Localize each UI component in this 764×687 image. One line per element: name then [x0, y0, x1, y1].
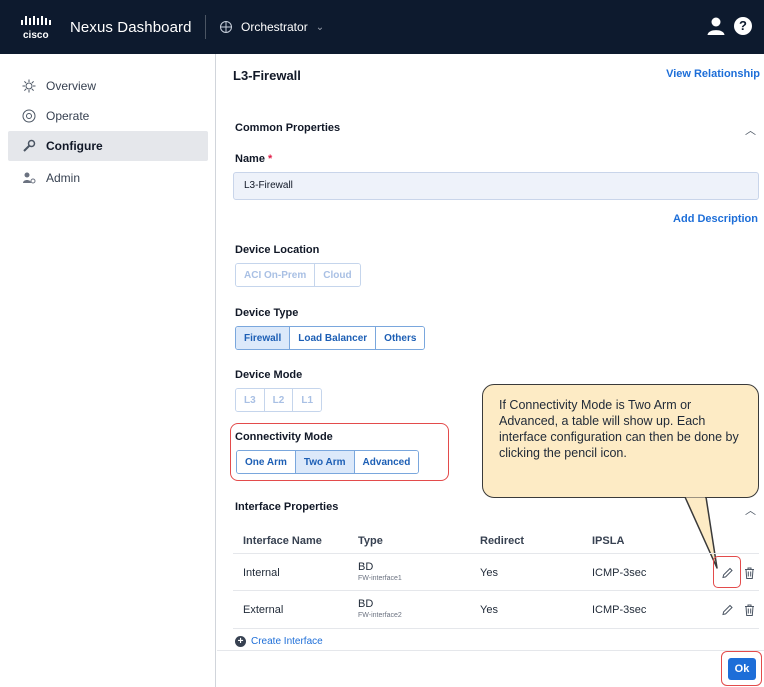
create-interface-link[interactable]: + Create Interface	[235, 636, 323, 647]
sidebar-item-admin[interactable]: Admin	[8, 163, 208, 193]
device-mode-l1: L1	[293, 389, 322, 411]
device-type-firewall[interactable]: Firewall	[236, 327, 291, 349]
connectivity-mode-one-arm[interactable]: One Arm	[237, 451, 296, 473]
device-type-label: Device Type	[235, 307, 299, 319]
orchestrator-icon	[220, 21, 232, 33]
redirect-cell: Yes	[480, 603, 498, 616]
column-type: Type	[358, 535, 383, 547]
sidebar-item-label: Configure	[46, 139, 103, 153]
column-ipsla: IPSLA	[592, 535, 625, 547]
type-cell: BD FW-interface2	[358, 598, 402, 622]
device-location-label: Device Location	[235, 244, 320, 256]
sidebar-item-configure[interactable]: Configure	[8, 131, 208, 161]
annotation-callout: If Connectivity Mode is Two Arm or Advan…	[482, 384, 759, 498]
edit-icon-highlight	[713, 556, 741, 588]
connectivity-mode-label: Connectivity Mode	[235, 431, 333, 443]
user-icon[interactable]	[706, 16, 726, 36]
interface-table-header: Interface Name Type Redirect IPSLA	[233, 529, 759, 554]
collapse-interface-properties-icon[interactable]: ︿	[745, 502, 756, 518]
connectivity-mode-two-arm[interactable]: Two Arm	[295, 451, 355, 473]
ok-button[interactable]: Ok	[728, 658, 756, 680]
device-mode-l3: L3	[236, 389, 265, 411]
name-input[interactable]: L3-Firewall	[233, 172, 759, 200]
column-redirect: Redirect	[480, 535, 525, 547]
footer-divider	[217, 650, 764, 651]
device-type-load-balancer[interactable]: Load Balancer	[290, 327, 377, 349]
name-label: Name *	[235, 153, 272, 165]
device-location-selector: ACI On-Prem Cloud	[235, 263, 361, 287]
sidebar: Overview Operate Configure Admin	[0, 54, 216, 687]
device-location-cloud: Cloud	[315, 264, 360, 286]
trash-icon[interactable]	[743, 566, 756, 579]
device-type-selector: Firewall Load Balancer Others	[235, 326, 426, 350]
connectivity-mode-selector: One Arm Two Arm Advanced	[236, 450, 420, 474]
interface-properties-title: Interface Properties	[235, 501, 339, 513]
type-value: BD	[358, 560, 374, 573]
sidebar-item-overview[interactable]: Overview	[8, 71, 208, 101]
admin-icon	[23, 172, 36, 184]
orchestrator-dropdown[interactable]: Orchestrator ⌄	[219, 16, 324, 38]
column-interface-name: Interface Name	[243, 535, 322, 547]
table-row: Internal BD FW-interface1 Yes ICMP-3sec	[233, 555, 759, 591]
logo-text: cisco	[23, 30, 49, 41]
device-mode-label: Device Mode	[235, 369, 303, 381]
wrench-icon	[23, 139, 36, 152]
chevron-down-icon: ⌄	[315, 21, 325, 33]
sidebar-item-operate[interactable]: Operate	[8, 101, 208, 131]
ipsla-cell: ICMP-3sec	[592, 566, 647, 579]
operate-icon	[22, 109, 36, 123]
type-subvalue: FW-interface2	[358, 611, 402, 619]
sidebar-item-label: Operate	[46, 109, 90, 123]
sidebar-item-label: Admin	[46, 171, 81, 185]
type-value: BD	[358, 597, 374, 610]
trash-icon[interactable]	[743, 603, 756, 616]
collapse-common-properties-icon[interactable]: ︿	[745, 122, 756, 138]
orchestrator-label: Orchestrator	[241, 20, 308, 34]
redirect-cell: Yes	[480, 566, 498, 579]
sidebar-item-label: Overview	[46, 79, 97, 93]
add-description-link[interactable]: Add Description	[673, 213, 758, 225]
device-mode-selector: L3 L2 L1	[235, 388, 323, 412]
device-mode-l2: L2	[264, 389, 294, 411]
top-bar: cisco Nexus Dashboard Orchestrator ⌄ ?	[0, 0, 764, 54]
interface-name-cell: External	[243, 603, 284, 616]
type-cell: BD FW-interface1	[358, 561, 402, 585]
type-subvalue: FW-interface1	[358, 574, 402, 582]
required-mark: *	[268, 153, 273, 165]
device-location-aci-on-prem: ACI On-Prem	[236, 264, 316, 286]
help-icon[interactable]: ?	[734, 17, 752, 35]
name-label-text: Name	[235, 153, 265, 165]
view-relationship-link[interactable]: View Relationship	[666, 68, 760, 80]
table-row: External BD FW-interface2 Yes ICMP-3sec	[233, 591, 759, 629]
create-interface-label: Create Interface	[251, 636, 323, 647]
overview-icon	[22, 79, 36, 93]
connectivity-mode-advanced[interactable]: Advanced	[354, 451, 419, 473]
plus-circle-icon: +	[235, 636, 246, 647]
app-title: Nexus Dashboard	[70, 19, 192, 36]
pencil-icon[interactable]	[721, 603, 734, 616]
common-properties-title: Common Properties	[235, 122, 341, 134]
device-type-others[interactable]: Others	[376, 327, 425, 349]
name-input-value: L3-Firewall	[244, 180, 293, 191]
page-title: L3-Firewall	[233, 68, 301, 83]
cisco-logo[interactable]: cisco	[20, 13, 54, 41]
main-content: L3-Firewall View Relationship Common Pro…	[217, 54, 764, 687]
ipsla-cell: ICMP-3sec	[592, 603, 647, 616]
interface-name-cell: Internal	[243, 566, 280, 579]
header-divider	[205, 15, 206, 39]
